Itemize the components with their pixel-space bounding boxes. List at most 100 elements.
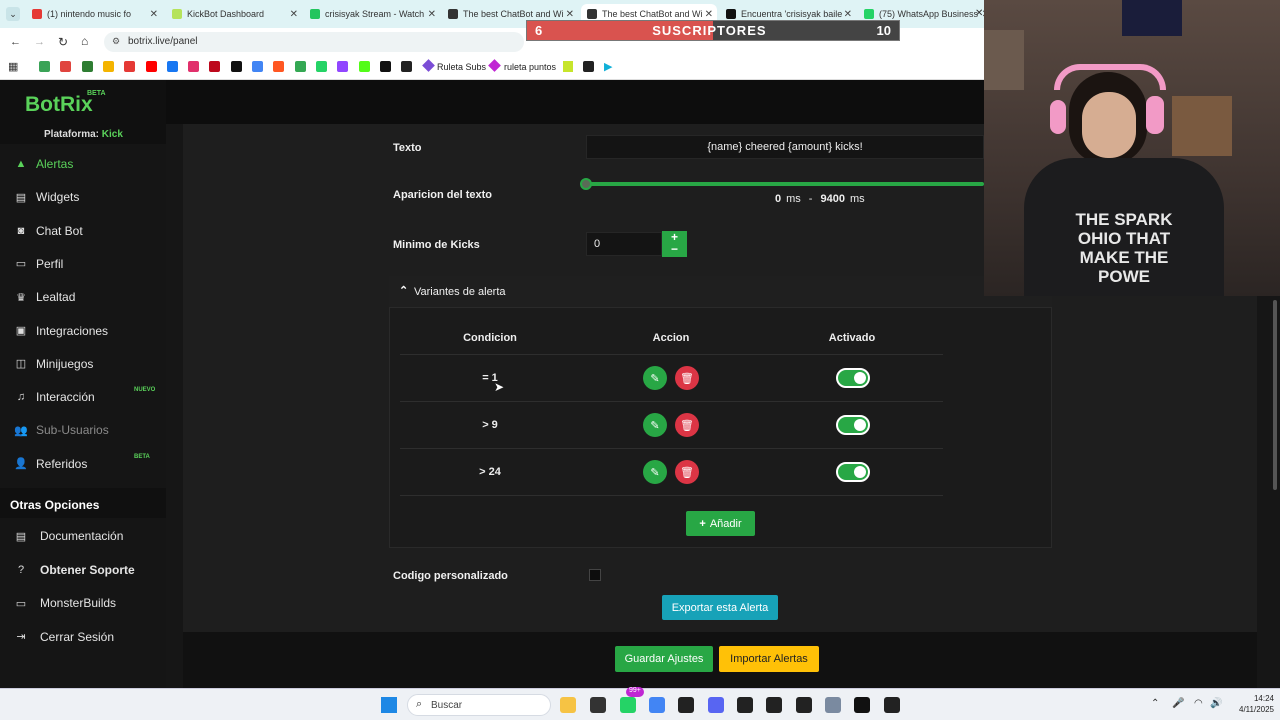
sidebar-item-widgets[interactable]: ▤ Widgets [0, 182, 166, 212]
browser-tab[interactable]: KickBot Dashboard ✕ [166, 4, 302, 24]
bookmark-favicon-icon[interactable] [379, 61, 391, 72]
sidebar-item-chat-bot[interactable]: ◙ Chat Bot [0, 216, 166, 246]
taskbar-clock[interactable]: 14:24 4/11/2025 [1226, 693, 1274, 715]
close-tab-icon[interactable]: ✕ [150, 9, 158, 20]
bookmark-favicon-icon[interactable] [401, 61, 413, 72]
browser-tab[interactable]: (1) nintendo music fo ✕ [26, 4, 162, 24]
bookmark-extra2-icon[interactable] [583, 61, 594, 72]
sidebar-badge: NUEVO [134, 387, 156, 394]
taskbar-app-icon[interactable] [590, 697, 606, 713]
bookmark-favicon-icon[interactable] [252, 61, 263, 72]
sidebar-item-referidos[interactable]: 👤 Referidos BETA [0, 449, 166, 479]
variant-enabled-toggle[interactable] [836, 368, 870, 388]
bookmark-extra-icon[interactable] [563, 61, 573, 72]
minimo-stepper[interactable]: + − [662, 231, 687, 257]
aparicion-slider-handle[interactable] [580, 178, 592, 190]
sidebar-item-monsterbuilds[interactable]: ▭ MonsterBuilds [0, 588, 166, 618]
taskbar-app-icon[interactable] [678, 697, 694, 713]
bookmark-favicon-icon[interactable] [102, 61, 114, 72]
bookmark-ruleta-puntos[interactable]: ruleta puntos [504, 62, 556, 72]
bookmark-favicon-icon[interactable] [358, 61, 370, 72]
mic-icon[interactable]: 🎤 [1172, 698, 1184, 709]
taskbar-app-icon[interactable] [825, 697, 841, 713]
aparicion-slider-track[interactable] [586, 182, 984, 186]
delete-variant-button[interactable]: 🗑 [675, 366, 699, 390]
wifi-icon[interactable]: ◠ [1194, 698, 1203, 709]
add-variant-button[interactable]: + Añadir [686, 511, 755, 536]
page-scrollbar[interactable] [1273, 300, 1277, 490]
close-tab-icon[interactable]: ✕ [566, 9, 574, 20]
variant-enabled-toggle[interactable] [836, 415, 870, 435]
delete-variant-button[interactable]: 🗑 [675, 460, 699, 484]
bookmark-favicon-icon[interactable] [230, 61, 242, 72]
bookmark-favicon-icon[interactable] [315, 61, 327, 72]
sidebar-item-documentaci-n[interactable]: ▤ Documentación [0, 521, 166, 551]
volume-icon[interactable]: 🔊 [1210, 698, 1222, 709]
windows-start-icon[interactable] [381, 697, 397, 713]
bookmark-favicon-icon[interactable] [145, 61, 157, 72]
taskbar-search[interactable]: ⌕ Buscar [407, 694, 551, 716]
sidebar-item-cerrar-sesi-n[interactable]: ⇥ Cerrar Sesión [0, 622, 166, 652]
taskbar-app-icon[interactable] [854, 697, 870, 713]
bookmark-favicon-icon[interactable] [166, 61, 178, 72]
webcam-shirt-text: THE SPARK OHIO THAT MAKE THE POWE [1075, 210, 1173, 286]
sidebar-item-sub-usuarios[interactable]: 👥 Sub-Usuarios [0, 415, 166, 445]
close-tab-icon[interactable]: ✕ [975, 8, 983, 19]
apps-grid-icon[interactable]: ▦ [8, 60, 18, 73]
close-tab-icon[interactable]: ✕ [290, 9, 298, 20]
close-tab-icon[interactable]: ✕ [428, 9, 436, 20]
bookmark-favicon-icon[interactable] [294, 61, 306, 72]
bookmark-favicon-icon[interactable] [209, 61, 221, 72]
tab-list-icon[interactable]: ⌄ [6, 7, 20, 21]
minimo-input[interactable]: 0 [586, 232, 662, 256]
clock-date: 4/11/2025 [1239, 705, 1274, 714]
edit-variant-button[interactable]: ✎ [643, 460, 667, 484]
bookmark-play-icon[interactable]: ▶ [604, 60, 612, 73]
taskbar-app-icon[interactable] [649, 697, 665, 713]
variants-accordion-header[interactable]: ⌃ Variantes de alerta [389, 276, 1052, 308]
codigo-checkbox[interactable] [589, 569, 601, 581]
texto-input[interactable]: {name} cheered {amount} kicks! [586, 135, 984, 159]
forward-icon[interactable]: → [34, 36, 45, 48]
reload-icon[interactable]: ↻ [58, 35, 68, 49]
sidebar-item-minijuegos[interactable]: ◫ Minijuegos [0, 349, 166, 379]
bookmark-favicon-icon[interactable] [273, 61, 285, 72]
sidebar-item-lealtad[interactable]: ♛ Lealtad [0, 282, 166, 312]
taskbar-app-icon[interactable] [766, 697, 782, 713]
variant-enabled-toggle[interactable] [836, 462, 870, 482]
sidebar-item-interacci-n[interactable]: ♫ Interacción NUEVO [0, 382, 166, 412]
taskbar-app-icon[interactable] [620, 697, 636, 713]
edit-variant-button[interactable]: ✎ [643, 366, 667, 390]
taskbar-app-icon[interactable] [796, 697, 812, 713]
botrix-logo[interactable]: BotRix [25, 93, 93, 117]
taskbar-app-icon[interactable] [708, 697, 724, 713]
sidebar-item-perfil[interactable]: ▭ Perfil [0, 249, 166, 279]
bookmark-ruleta-subs[interactable]: Ruleta Subs [437, 62, 486, 72]
bookmark-favicon-icon[interactable] [124, 61, 136, 72]
close-tab-icon[interactable]: ✕ [844, 9, 852, 20]
site-info-icon[interactable]: ⚙ [112, 36, 120, 47]
bookmark-favicon-icon[interactable] [337, 61, 349, 72]
bookmark-favicon-icon[interactable] [81, 61, 93, 72]
bookmark-favicon-icon[interactable] [39, 61, 50, 72]
sidebar-item-alertas[interactable]: ▲ Alertas [0, 149, 166, 179]
export-alert-button[interactable]: Exportar esta Alerta [662, 595, 778, 620]
taskbar-app-icon[interactable] [884, 697, 900, 713]
sidebar-item-obtener-soporte[interactable]: ? Obtener Soporte [0, 555, 166, 585]
url-field[interactable]: ⚙ botrix.live/panel [104, 32, 524, 52]
bookmark-favicon-icon[interactable] [60, 61, 72, 72]
sidebar-item-integraciones[interactable]: ▣ Integraciones [0, 316, 166, 346]
tray-chevron-icon[interactable]: ⌃ [1151, 698, 1159, 709]
delete-variant-button[interactable]: 🗑 [675, 413, 699, 437]
bookmark-favicon-icon[interactable] [188, 61, 200, 72]
browser-tab[interactable]: crisisyak Stream - Watch ✕ [304, 4, 440, 24]
decrement-icon[interactable]: − [662, 243, 687, 255]
import-alerts-button[interactable]: Importar Alertas [719, 646, 819, 672]
back-icon[interactable]: ← [10, 36, 21, 48]
edit-variant-button[interactable]: ✎ [643, 413, 667, 437]
close-tab-icon[interactable]: ✕ [705, 9, 713, 20]
home-icon[interactable]: ⌂ [81, 34, 88, 48]
save-settings-button[interactable]: Guardar Ajustes [615, 646, 713, 672]
taskbar-app-icon[interactable] [560, 697, 576, 713]
taskbar-app-icon[interactable] [737, 697, 753, 713]
